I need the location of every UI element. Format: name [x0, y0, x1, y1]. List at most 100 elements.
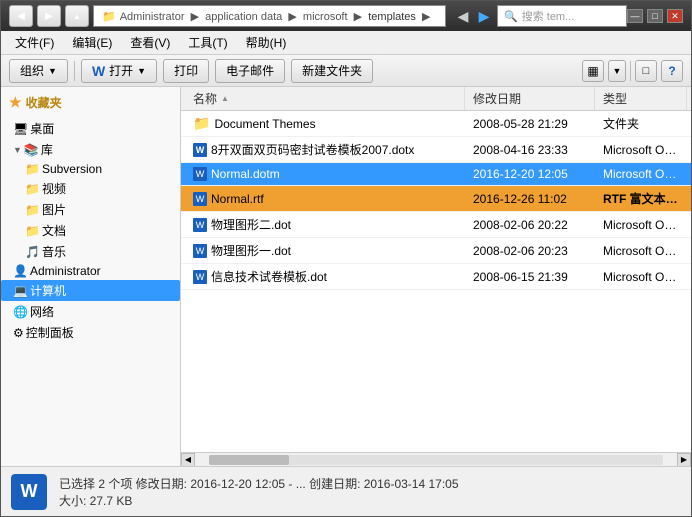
menu-tools[interactable]: 工具(T) [180, 32, 235, 53]
table-row[interactable]: W 信息技术试卷模板.dot 2008-06-15 21:39 Microsof… [181, 264, 691, 290]
search-box[interactable]: 🔍 搜索 tem... [497, 5, 627, 27]
print-label: 打印 [174, 62, 198, 79]
nav-arrow-left[interactable]: ◀ [454, 7, 472, 25]
file-name: 8开双面双页码密封试卷模板2007.dotx [211, 141, 414, 158]
folder-icon: 📁 [193, 115, 210, 132]
file-date: 2008-04-16 23:33 [465, 141, 595, 159]
table-row[interactable]: W 8开双面双页码密封试卷模板2007.dotx 2008-04-16 23:3… [181, 137, 691, 163]
sidebar-item-subversion[interactable]: 📁 Subversion [1, 160, 180, 178]
menu-bar: 文件(F) 编辑(E) 查看(V) 工具(T) 帮助(H) [1, 31, 691, 55]
video-icon: 📁 [25, 182, 40, 196]
forward-button[interactable]: ▶ [37, 5, 61, 27]
favorites-star-icon: ★ [9, 94, 22, 111]
new-folder-button[interactable]: 新建文件夹 [291, 59, 373, 83]
administrator-label: Administrator [30, 264, 101, 278]
minimize-button[interactable]: — [627, 9, 643, 23]
status-text-container: 已选择 2 个项 修改日期: 2016-12-20 12:05 - ... 创建… [59, 475, 459, 509]
open-label: 打开 [109, 62, 133, 79]
library-label: 库 [41, 141, 53, 158]
file-list[interactable]: 📁 Document Themes 2008-05-28 21:29 文件夹 W… [181, 111, 691, 452]
documents-label: 文档 [42, 222, 66, 239]
file-type: 文件夹 [595, 113, 687, 134]
email-button[interactable]: 电子邮件 [215, 59, 285, 83]
pictures-icon: 📁 [25, 203, 40, 217]
menu-help[interactable]: 帮助(H) [238, 32, 295, 53]
file-type: Microsoft Offi... [595, 216, 687, 234]
menu-view[interactable]: 查看(V) [122, 32, 178, 53]
organize-chevron: ▼ [48, 66, 57, 76]
organize-button[interactable]: 组织 ▼ [9, 59, 68, 83]
sidebar-item-music[interactable]: 🎵 音乐 [1, 241, 180, 262]
music-icon: 🎵 [25, 245, 40, 259]
sidebar-item-desktop[interactable]: 🖥 桌面 [1, 118, 180, 139]
status-text-1: 已选择 2 个项 修改日期: 2016-12-20 12:05 - ... 创建… [59, 475, 459, 492]
view-toggle-button[interactable]: ▦ [582, 60, 604, 82]
network-label: 网络 [30, 303, 54, 320]
video-label: 视频 [42, 180, 66, 197]
table-row[interactable]: W 物理图形二.dot 2008-02-06 20:22 Microsoft O… [181, 212, 691, 238]
table-row[interactable]: W Normal.rtf 2016-12-26 11:02 RTF 富文本格式 [181, 186, 691, 212]
sidebar-item-documents[interactable]: 📁 文档 [1, 220, 180, 241]
title-bar: ◀ ▶ ▲ 📁 Administrator ▶ application data… [1, 1, 691, 31]
sidebar-item-control-panel[interactable]: ⚙ 控制面板 [1, 322, 180, 343]
sidebar-item-network[interactable]: 🌐 网络 [1, 301, 180, 322]
file-date: 2008-02-06 20:22 [465, 216, 595, 234]
subversion-label: Subversion [42, 162, 102, 176]
favorites-label: 收藏夹 [26, 94, 62, 111]
main-window: ◀ ▶ ▲ 📁 Administrator ▶ application data… [0, 0, 692, 517]
print-button[interactable]: 打印 [163, 59, 209, 83]
horizontal-scrollbar[interactable]: ◀ ▶ [181, 452, 691, 466]
close-button[interactable]: ✕ [667, 9, 683, 23]
maximize-button[interactable]: □ [647, 9, 663, 23]
col-header-date[interactable]: 修改日期 [465, 87, 595, 110]
folder-icon: 📁 [102, 10, 116, 23]
back-button[interactable]: ◀ [9, 5, 33, 27]
scroll-right-button[interactable]: ▶ [677, 453, 691, 467]
desktop-label: 桌面 [30, 120, 54, 137]
menu-edit[interactable]: 编辑(E) [64, 32, 120, 53]
table-row[interactable]: W 物理图形一.dot 2008-02-06 20:23 Microsoft O… [181, 238, 691, 264]
expand-icon: ▼ [13, 145, 22, 155]
file-type: Microsoft Offi... [595, 242, 687, 260]
table-row[interactable]: W Normal.dotm 2016-12-20 12:05 Microsoft… [181, 163, 691, 186]
music-label: 音乐 [42, 243, 66, 260]
up-button[interactable]: ▲ [65, 5, 89, 27]
new-folder-label: 新建文件夹 [302, 62, 362, 79]
col-header-type[interactable]: 类型 [595, 87, 687, 110]
address-bar[interactable]: 📁 Administrator ▶ application data ▶ mic… [93, 5, 446, 27]
sidebar-item-computer[interactable]: 💻 计算机 [1, 280, 180, 301]
file-name: Document Themes [214, 117, 315, 131]
network-icon: 🌐 [13, 305, 28, 319]
sort-icon: ▲ [221, 94, 229, 103]
sidebar-item-library[interactable]: ▼ 📚 库 [1, 139, 180, 160]
scroll-thumb[interactable] [209, 455, 289, 465]
sidebar-item-pictures[interactable]: 📁 图片 [1, 199, 180, 220]
open-button[interactable]: W 打开 ▼ [81, 59, 157, 83]
help-button[interactable]: ? [661, 60, 683, 82]
sidebar-item-administrator[interactable]: 👤 Administrator [1, 262, 180, 280]
file-type: RTF 富文本格式 [595, 188, 687, 209]
view-dropdown-button[interactable]: ▼ [608, 60, 626, 82]
file-name: 物理图形二.dot [211, 216, 291, 233]
doc-icon: W [193, 270, 207, 284]
search-icon: 🔍 [504, 10, 518, 23]
col-header-name[interactable]: 名称 ▲ [185, 87, 465, 110]
organize-label: 组织 [20, 62, 44, 79]
preview-button[interactable]: □ [635, 60, 657, 82]
sidebar-item-video[interactable]: 📁 视频 [1, 178, 180, 199]
col-type-label: 类型 [603, 90, 627, 107]
scroll-left-button[interactable]: ◀ [181, 453, 195, 467]
nav-arrow-right[interactable]: ▶ [475, 7, 493, 25]
status-text-2: 大小: 27.7 KB [59, 492, 459, 509]
doc-icon: W [193, 218, 207, 232]
table-row[interactable]: 📁 Document Themes 2008-05-28 21:29 文件夹 [181, 111, 691, 137]
computer-label: 计算机 [30, 282, 66, 299]
menu-file[interactable]: 文件(F) [7, 32, 62, 53]
file-name: 物理图形一.dot [211, 242, 291, 259]
column-headers: 名称 ▲ 修改日期 类型 [181, 87, 691, 111]
toolbar: 组织 ▼ W 打开 ▼ 打印 电子邮件 新建文件夹 ▦ ▼ □ ? [1, 55, 691, 87]
window-controls: — □ ✕ [627, 9, 683, 23]
file-date: 2008-02-06 20:23 [465, 242, 595, 260]
favorites-section: ★ 收藏夹 [1, 91, 180, 114]
col-date-label: 修改日期 [473, 90, 521, 107]
